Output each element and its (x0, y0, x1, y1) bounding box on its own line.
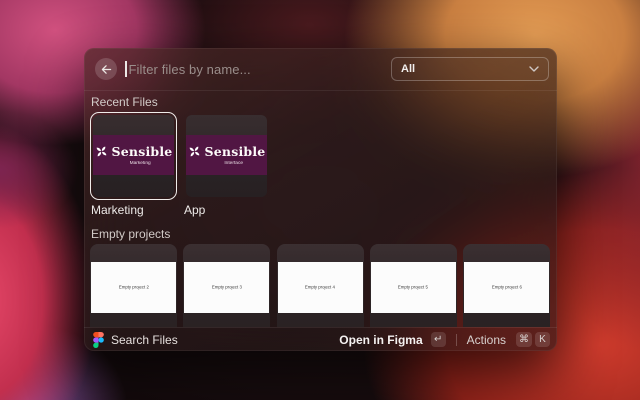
brand-subtitle: Marketing (130, 161, 151, 166)
empty-project-card[interactable]: Empty project 6 (463, 244, 550, 327)
back-button[interactable] (95, 58, 117, 80)
header-divider (84, 90, 557, 91)
filter-dropdown[interactable]: All (391, 57, 549, 81)
project-slide-label: Empty project 3 (212, 285, 242, 289)
footer-actions: Open in Figma ↵ Actions ⌘ K (339, 332, 550, 347)
project-slide: Empty project 6 (464, 262, 549, 313)
figma-logo-icon (93, 332, 104, 348)
empty-project-card[interactable]: Empty project 5 (370, 244, 457, 327)
sensible-logo-icon (188, 145, 201, 158)
project-slide: Empty project 3 (184, 262, 269, 313)
arrow-left-icon (100, 63, 113, 76)
file-card-app[interactable]: Sensible Interface (183, 112, 270, 200)
footer-separator (456, 334, 457, 346)
file-thumbnail: Sensible Marketing (93, 115, 174, 197)
project-slide-label: Empty project 2 (118, 285, 148, 289)
footer-bar: Search Files Open in Figma ↵ Actions ⌘ K (84, 327, 557, 351)
empty-project-card[interactable]: Empty project 2 (90, 244, 177, 327)
empty-project-card[interactable]: Empty project 4 (277, 244, 364, 327)
footer-app-context: Search Files (93, 332, 178, 348)
file-label-app: App (184, 203, 277, 217)
open-in-figma-button[interactable]: Open in Figma (339, 333, 422, 347)
search-header: Filter files by name... All (84, 48, 557, 90)
file-thumbnail: Sensible Interface (186, 115, 267, 197)
file-card-marketing[interactable]: Sensible Marketing (90, 112, 177, 200)
sensible-logo-icon (95, 145, 108, 158)
chevron-down-icon (529, 66, 539, 72)
thumbnail-banner: Sensible Marketing (93, 135, 174, 175)
search-input[interactable]: Filter files by name... (125, 48, 385, 90)
empty-projects-title: Empty projects (91, 227, 170, 241)
project-slide: Empty project 5 (371, 262, 456, 313)
thumbnail-banner: Sensible Interface (186, 135, 267, 175)
recent-files-labels: Marketing App (91, 203, 277, 217)
brand-wordmark: Sensible (205, 144, 266, 159)
project-slide: Empty project 2 (91, 262, 176, 313)
text-caret (125, 61, 127, 77)
search-placeholder: Filter files by name... (129, 62, 251, 77)
project-slide-label: Empty project 6 (491, 285, 521, 289)
project-slide-label: Empty project 4 (305, 285, 335, 289)
project-slide-label: Empty project 5 (398, 285, 428, 289)
file-label-marketing: Marketing (91, 203, 184, 217)
brand-subtitle: Interface (224, 161, 243, 166)
figma-quick-search-window: Filter files by name... All Recent Files (84, 48, 557, 351)
filter-dropdown-value: All (401, 63, 415, 75)
desktop-wallpaper: Filter files by name... All Recent Files (0, 0, 640, 400)
recent-files-row: Sensible Marketing (90, 112, 270, 200)
brand-wordmark: Sensible (112, 144, 173, 159)
recent-files-title: Recent Files (91, 95, 158, 109)
project-slide: Empty project 4 (278, 262, 363, 313)
actions-button[interactable]: Actions (467, 333, 506, 347)
k-key-badge: K (535, 332, 550, 347)
footer-app-name: Search Files (111, 333, 178, 347)
return-key-badge: ↵ (431, 332, 446, 347)
command-key-badge: ⌘ (516, 332, 532, 347)
empty-projects-row: Empty project 2 Empty project 3 Empty pr… (90, 244, 550, 327)
empty-project-card[interactable]: Empty project 3 (183, 244, 270, 327)
